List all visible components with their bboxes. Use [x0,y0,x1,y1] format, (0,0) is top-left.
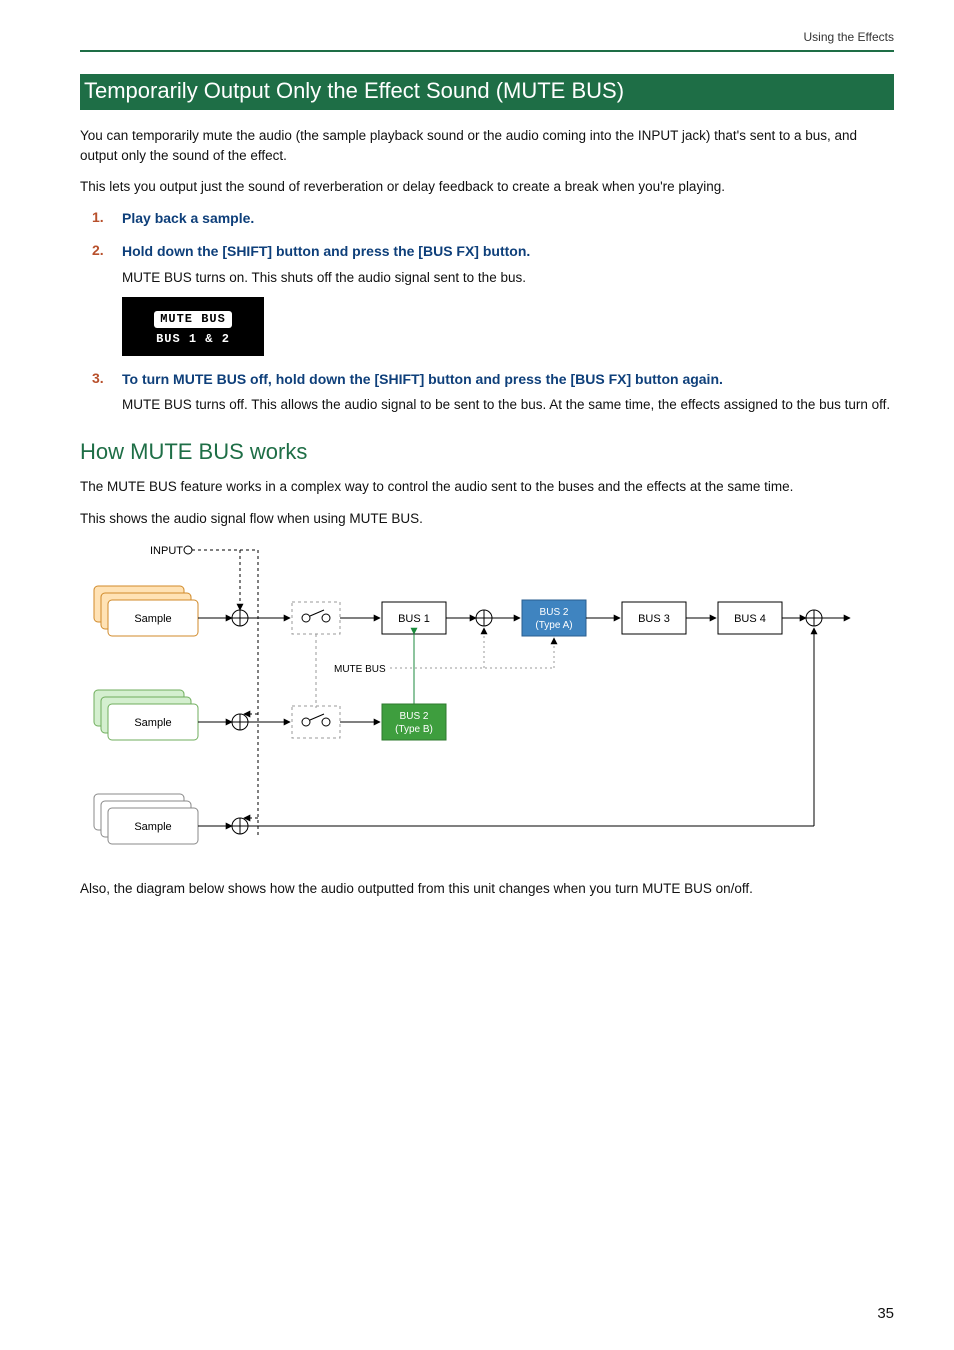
diagram-mutebus-label: MUTE BUS [334,664,386,675]
diagram-bus1: BUS 1 [398,613,430,625]
step-number: 2. [92,242,104,258]
works-p3: Also, the diagram below shows how the au… [80,879,894,899]
step-1: 1. Play back a sample. [80,209,894,229]
diagram-sample-c: Sample [134,821,171,833]
steps-list: 1. Play back a sample. 2. Hold down the … [80,209,894,415]
step-heading: To turn MUTE BUS off, hold down the [SHI… [122,370,894,390]
diagram-bus2b-l1: BUS 2 [400,711,429,722]
lcd-screenshot: MUTE BUS BUS 1 & 2 [122,297,264,355]
intro-p1: You can temporarily mute the audio (the … [80,126,894,165]
page-number: 35 [877,1305,894,1322]
step-body: MUTE BUS turns on. This shuts off the au… [122,268,894,288]
diagram-bus2a-l2: (Type A) [535,620,572,631]
diagram-bus2b-l2: (Type B) [395,724,433,735]
running-header: Using the Effects [80,30,894,52]
lcd-line1: MUTE BUS [154,311,232,327]
step-heading: Play back a sample. [122,209,894,229]
diagram-input-label: INPUT [150,545,183,557]
diagram-bus2a-l1: BUS 2 [540,607,569,618]
lcd-line2: BUS 1 & 2 [122,332,264,346]
step-heading: Hold down the [SHIFT] button and press t… [122,242,894,262]
diagram-sample-a: Sample [134,613,171,625]
signal-flow-diagram: INPUT Sample BUS 1 [80,540,894,865]
subsection-title: How MUTE BUS works [80,439,894,465]
step-2: 2. Hold down the [SHIFT] button and pres… [80,242,894,356]
step-body: MUTE BUS turns off. This allows the audi… [122,395,894,415]
intro-p2: This lets you output just the sound of r… [80,177,894,197]
section-title: Temporarily Output Only the Effect Sound… [80,74,894,110]
step-number: 1. [92,209,104,225]
works-p1: The MUTE BUS feature works in a complex … [80,477,894,497]
diagram-sample-b: Sample [134,717,171,729]
diagram-bus3: BUS 3 [638,613,670,625]
works-p2: This shows the audio signal flow when us… [80,509,894,529]
step-3: 3. To turn MUTE BUS off, hold down the [… [80,370,894,415]
step-number: 3. [92,370,104,386]
diagram-bus4: BUS 4 [734,613,766,625]
